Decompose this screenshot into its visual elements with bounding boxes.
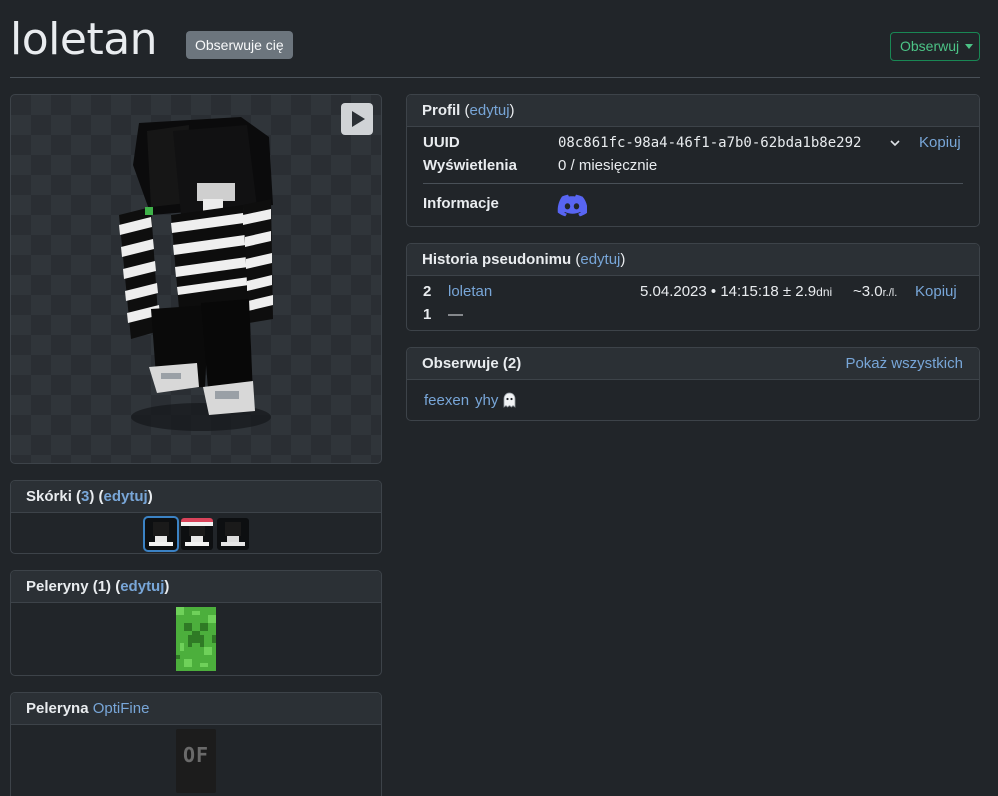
follow-button-label: Obserwuj [900,38,960,54]
info-label: Informacje [423,195,499,212]
history-row-name[interactable]: loletan [448,283,492,300]
following-card: Obserwuje (2) Pokaż wszystkich feexen yh… [406,347,980,421]
history-row-age: ~3.0r./l. [853,283,898,300]
profile-title: Profil [422,102,461,119]
history-title: Historia pseudonimu [422,251,572,268]
following-card-header: Obserwuje (2) Pokaż wszystkich [407,348,979,380]
following-title: Obserwuje (2) [422,355,522,372]
optifine-cape-card: Peleryna OptiFine OF [10,692,382,796]
views-label: Wyświetlenia [423,157,517,174]
show-all-link[interactable]: Pokaż wszystkich [845,348,963,379]
chevron-down-icon[interactable] [889,139,901,149]
skin-render [119,117,273,431]
uuid-copy-link[interactable]: Kopiuj [919,134,961,151]
history-row-date: 5.04.2023 • 14:15:18 ± 2.9dni [640,283,833,300]
optifine-link[interactable]: OptiFine [93,700,150,717]
history-row-number: 1 [423,306,432,323]
profile-card-header: Profil (edytuj) [407,95,979,127]
uuid-value[interactable]: 08c861fc-98a4-46f1-a7b0-62bda1b8e292 [558,135,861,151]
follow-dropdown-button[interactable]: Obserwuj [890,32,980,61]
capes-card-header: Peleryny (1) (edytuj) [11,571,381,603]
views-value: 0 / miesięcznie [558,157,658,174]
capes-edit-link[interactable]: edytuj [120,578,164,595]
capes-card: Peleryny (1) (edytuj) [10,570,382,676]
ghost-icon [503,392,516,408]
play-animation-button[interactable] [341,103,373,135]
uuid-label: UUID [423,134,460,151]
profile-edit-link[interactable]: edytuj [470,102,510,119]
history-copy-link[interactable]: Kopiuj [915,283,957,300]
divider [423,183,963,184]
following-user-link[interactable]: feexen [424,392,469,409]
history-row-name: — [448,306,463,323]
creeper-cape-icon[interactable] [176,607,216,671]
history-card-header: Historia pseudonimu (edytuj) [407,244,979,276]
optifine-card-header: Peleryna OptiFine [11,693,381,725]
page-title: loletan [10,14,158,65]
skin-viewer[interactable] [10,94,382,464]
history-edit-link[interactable]: edytuj [580,251,620,268]
skin-thumbnail[interactable] [217,518,249,550]
following-user-link[interactable]: yhy [475,392,498,409]
skins-card-header: Skórki (3) (edytuj) [11,481,381,513]
optifine-cape-text: OF [182,743,210,767]
history-row-number: 2 [423,283,432,300]
skins-card: Skórki (3) (edytuj) [10,480,382,554]
follows-you-badge: Obserwuje cię [186,31,293,59]
skin-thumbnail[interactable] [143,516,179,552]
discord-icon[interactable] [557,193,587,217]
skin-thumbnail[interactable] [181,518,213,550]
optifine-cape[interactable]: OF [176,729,216,793]
name-history-card: Historia pseudonimu (edytuj) 2 loletan 5… [406,243,980,331]
caret-down-icon [965,44,974,49]
profile-header: loletan Obserwuje cię Obserwuj [10,12,980,78]
profile-card: Profil (edytuj) UUID 08c861fc-98a4-46f1-… [406,94,980,227]
skins-edit-link[interactable]: edytuj [104,488,148,505]
